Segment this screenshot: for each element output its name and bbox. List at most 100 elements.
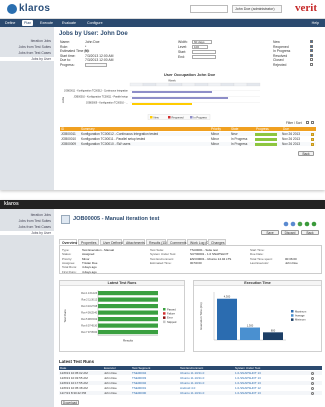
width-select[interactable]: 60 days bbox=[192, 40, 212, 44]
grid-column-header[interactable]: Due bbox=[283, 127, 289, 131]
runs-cell-env[interactable]: Ubuntu 11.10/11.0 bbox=[180, 371, 204, 375]
nav-plan[interactable]: Plan bbox=[22, 20, 34, 26]
save-button[interactable]: Save bbox=[261, 230, 279, 235]
back-button-2[interactable]: Back bbox=[301, 230, 319, 235]
sidebar2-item-jobs-from-cases[interactable]: Jobs from Test Cases bbox=[18, 225, 51, 229]
sidebar-item-iteration-jobs[interactable]: Iteration Jobs bbox=[31, 39, 51, 43]
table-row[interactable]: 12/8/13 10:05:38 AM John Doe TSE00001 Andro… bbox=[59, 386, 322, 390]
nav-configure[interactable]: Configure bbox=[85, 20, 105, 26]
filter-checkbox[interactable] bbox=[310, 53, 313, 57]
download-button[interactable]: Download bbox=[61, 400, 79, 405]
sidebar2-item-jobs-by-user[interactable]: Jobs by User bbox=[0, 231, 54, 235]
row-edit-icon[interactable] bbox=[311, 137, 314, 141]
filter-checkbox[interactable] bbox=[310, 49, 313, 53]
row-edit-icon[interactable] bbox=[311, 132, 314, 136]
runs-column-header[interactable]: Test Segment bbox=[132, 366, 150, 370]
view-run-icon[interactable] bbox=[311, 386, 314, 390]
filter-toggle[interactable] bbox=[306, 121, 309, 125]
exec-bar bbox=[263, 332, 283, 340]
runs-cell-sut[interactable]: 1.0-SNAPSHOT 13 bbox=[235, 381, 261, 385]
grid-column-header[interactable]: Progress bbox=[256, 127, 269, 131]
runs-cell-exec: John Doe bbox=[104, 376, 117, 380]
table-row[interactable]: 12/8/13 10:05:02 AM John Doe TSE00004 Ubunt… bbox=[59, 371, 322, 375]
runs-column-header[interactable]: Executor bbox=[104, 366, 116, 370]
runs-cell-seg[interactable]: TSE00004 bbox=[132, 371, 146, 375]
refresh-icon[interactable] bbox=[297, 221, 303, 227]
grid-column-header[interactable]: State bbox=[231, 127, 238, 131]
row-id[interactable]: JOB00011 bbox=[61, 132, 76, 136]
user-selector[interactable]: John Doe (administrator) bbox=[232, 5, 282, 13]
table-row[interactable]: 12/7/13 8:30:42 PM John Doe TSE00000 Ubuntu… bbox=[59, 391, 322, 395]
job-actions-icons bbox=[283, 214, 321, 227]
runs-cell-env[interactable]: Ubuntu 11.10/11.0 bbox=[180, 376, 204, 380]
sidebar-item-jobs-by-user[interactable]: Jobs by User bbox=[0, 57, 54, 61]
view-run-icon[interactable] bbox=[311, 376, 314, 380]
table-row[interactable]: 12/8/13 10:03:55 AM John Doe TSE00003 Ubunt… bbox=[59, 376, 322, 380]
global-search-input[interactable] bbox=[190, 5, 228, 13]
job-icon bbox=[61, 215, 70, 224]
pdf-icon[interactable] bbox=[290, 221, 296, 227]
chart-bar bbox=[132, 91, 212, 93]
sidebar-item-jobs-from-cases[interactable]: Jobs from Test Cases bbox=[18, 51, 51, 55]
grid-settings-icon[interactable] bbox=[311, 121, 314, 125]
nav-define[interactable]: Define bbox=[3, 20, 17, 26]
latest-category-label: Run 7 07:05:00 bbox=[81, 332, 97, 334]
filter-checkbox[interactable] bbox=[310, 44, 313, 48]
latest-runs-chart-svg: Test Runs Run 1 13:14:23 Run 2 11:30:12 Run… bbox=[63, 290, 177, 343]
runs-cell-sut[interactable]: 1.0-SNAPSHOT 13 bbox=[235, 371, 261, 375]
row-priority: Minor bbox=[211, 137, 219, 141]
grid-column-header[interactable]: Priority bbox=[211, 127, 221, 131]
sidebar-item-jobs-from-suites[interactable]: Jobs from Test Suites bbox=[19, 45, 51, 49]
add-icon[interactable] bbox=[311, 221, 317, 227]
chart-title: User Occupation John Doe bbox=[163, 72, 216, 77]
runs-cell-seg[interactable]: TSE00000 bbox=[132, 391, 146, 395]
table-row[interactable]: JOB00009 Konfiguration TC00010 - SW users… bbox=[60, 142, 316, 146]
sidebar2-item-iteration-jobs[interactable]: Iteration Jobs bbox=[31, 213, 51, 217]
runs-cell-seg[interactable]: TSE00002 bbox=[132, 381, 146, 385]
grid-column-header[interactable]: ID bbox=[61, 127, 64, 131]
play-icon[interactable] bbox=[304, 221, 310, 227]
runs-cell-seg[interactable]: TSE00001 bbox=[132, 386, 146, 390]
runs-cell-seg[interactable]: TSE00003 bbox=[132, 376, 146, 380]
runs-cell-sut[interactable]: 1.0-SNAPSHOT 13 bbox=[235, 376, 261, 380]
back-button[interactable]: Back bbox=[298, 151, 314, 156]
table-row[interactable]: 12/8/13 10:17:55 AM John Doe TSE00002 Ubunt… bbox=[59, 381, 322, 385]
filter-checkbox[interactable] bbox=[310, 58, 313, 62]
runs-cell-env[interactable]: Ubuntu 11.10/11.0 bbox=[180, 381, 204, 385]
view-run-icon[interactable] bbox=[311, 381, 314, 385]
view-run-icon[interactable] bbox=[311, 391, 314, 395]
verit-logo: verit bbox=[295, 2, 317, 14]
action-icons-svg bbox=[283, 221, 317, 227]
logo-mark-icon bbox=[7, 4, 17, 14]
latest-y-label: Test Runs bbox=[63, 309, 67, 323]
sidebar2-item-jobs-from-suites[interactable]: Jobs from Test Suites bbox=[19, 219, 51, 223]
discard-button[interactable]: Discard bbox=[281, 230, 299, 235]
row-id[interactable]: JOB00009 bbox=[61, 142, 76, 146]
grid-column-header[interactable]: Summary bbox=[81, 127, 95, 131]
table-row[interactable]: JOB00010 Konfiguration TC00011 - Parallel… bbox=[60, 137, 316, 141]
runs-cell-sut[interactable]: 1.0-SNAPSHOT 13 bbox=[235, 391, 261, 395]
view-run-icon[interactable] bbox=[311, 371, 314, 375]
nav-execute[interactable]: Execute bbox=[38, 20, 55, 26]
filter-sort-label[interactable]: Filter / Sort bbox=[286, 121, 302, 125]
runs-column-header[interactable]: System Under Test bbox=[235, 366, 260, 370]
start-date-input[interactable] bbox=[192, 50, 216, 54]
jobs-by-user-screenshot: klaros John Doe (administrator) verit De… bbox=[0, 0, 325, 190]
table-row[interactable]: JOB00011 Konfiguration TC00012 - Continuo… bbox=[60, 132, 316, 136]
filter-label: Rejected bbox=[273, 62, 287, 67]
runs-cell-sut[interactable]: 1.0-SNAPSHOT 12 bbox=[235, 386, 261, 390]
runs-column-header[interactable]: Date bbox=[60, 366, 66, 370]
row-id[interactable]: JOB00010 bbox=[61, 137, 76, 141]
print-icon[interactable] bbox=[283, 221, 289, 227]
runs-cell-env[interactable]: Android 4.0 bbox=[180, 386, 195, 390]
filter-checkbox[interactable] bbox=[310, 62, 313, 66]
nav-help[interactable]: Help bbox=[312, 20, 319, 26]
occupation-chart-svg: Week Jobs JOB00011 - Konfiguration TC00012… bbox=[60, 78, 266, 122]
level-select[interactable]: 100 bbox=[192, 45, 208, 49]
filter-checkbox[interactable] bbox=[310, 40, 313, 44]
end-date-input[interactable] bbox=[192, 55, 216, 59]
runs-cell-env[interactable]: Ubuntu 11.10/11.0 bbox=[180, 391, 204, 395]
row-edit-icon[interactable] bbox=[311, 142, 314, 146]
runs-column-header[interactable]: Test Environment bbox=[180, 366, 203, 370]
nav-evaluate[interactable]: Evaluate bbox=[60, 20, 78, 26]
